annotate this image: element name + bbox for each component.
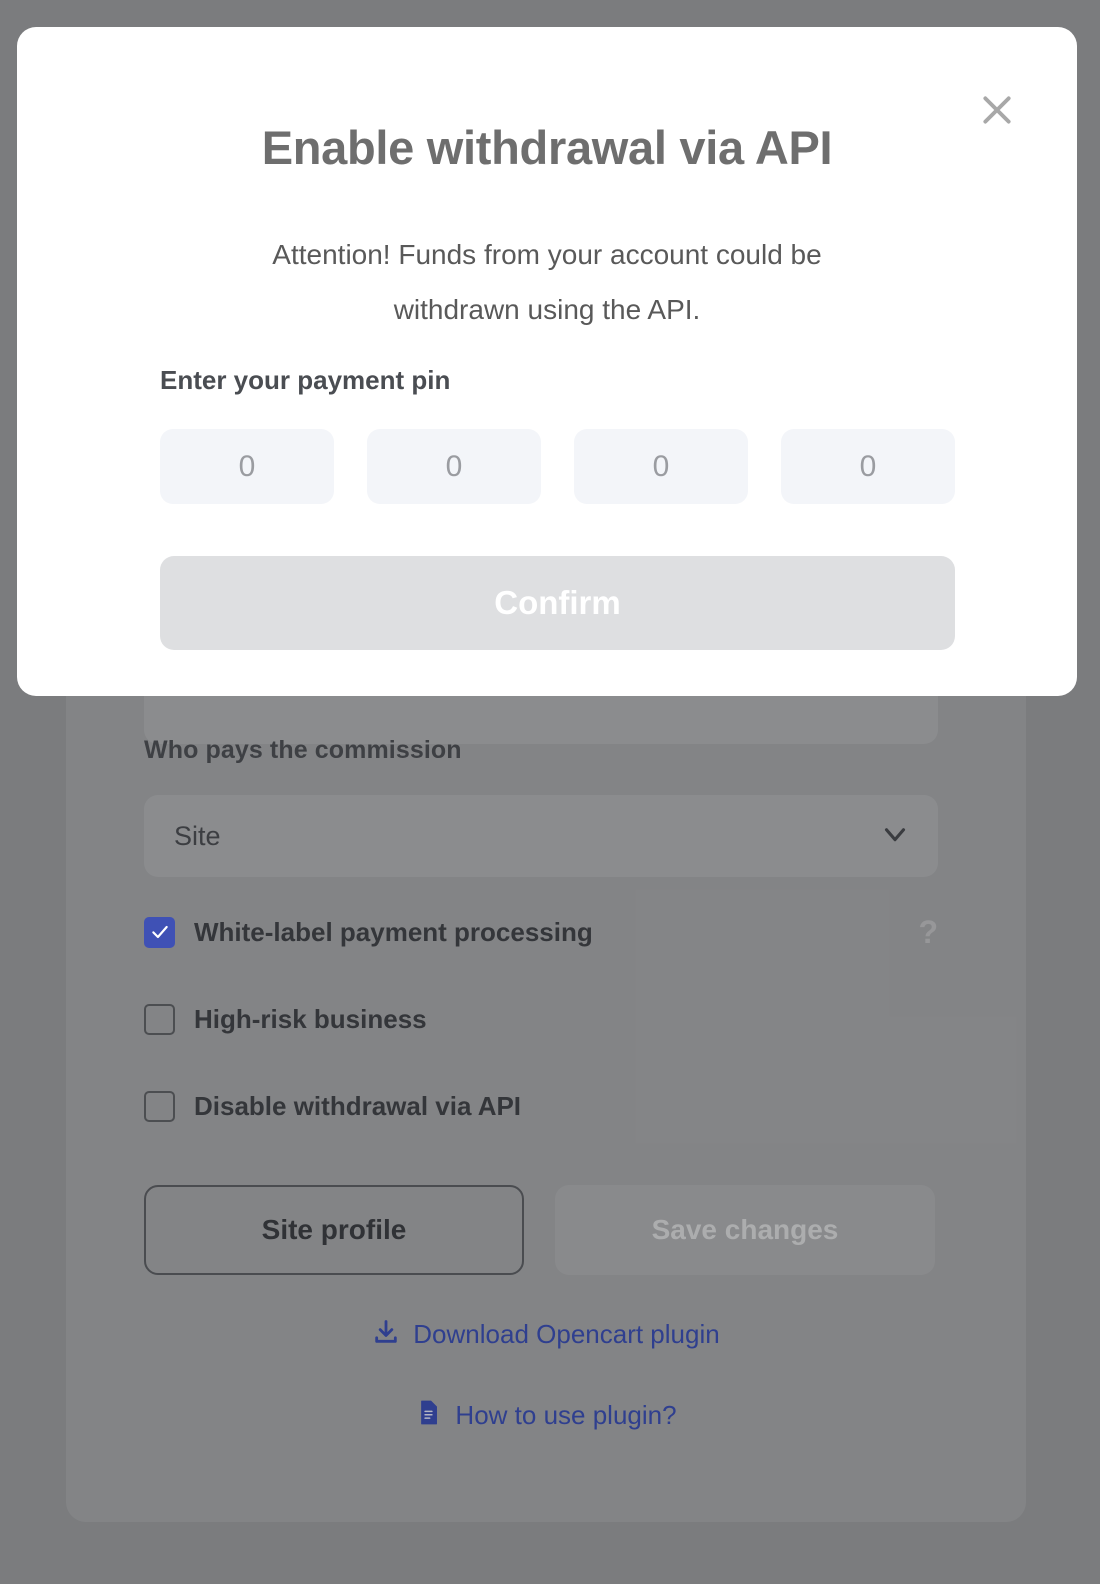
pin-label: Enter your payment pin: [160, 365, 451, 395]
pin-digit-3[interactable]: [574, 429, 748, 504]
pin-digit-1[interactable]: [160, 429, 334, 504]
confirm-button[interactable]: Confirm: [160, 556, 955, 650]
pin-input-group: [160, 429, 955, 504]
pin-digit-2[interactable]: [367, 429, 541, 504]
modal-title: Enable withdrawal via API: [261, 121, 833, 174]
enable-withdrawal-modal: Enable withdrawal via API Attention! Fun…: [17, 27, 1077, 696]
modal-overlay[interactable]: Enable withdrawal via API Attention! Fun…: [0, 0, 1100, 1584]
modal-message: Attention! Funds from your account could…: [272, 239, 822, 325]
pin-digit-4[interactable]: [781, 429, 955, 504]
